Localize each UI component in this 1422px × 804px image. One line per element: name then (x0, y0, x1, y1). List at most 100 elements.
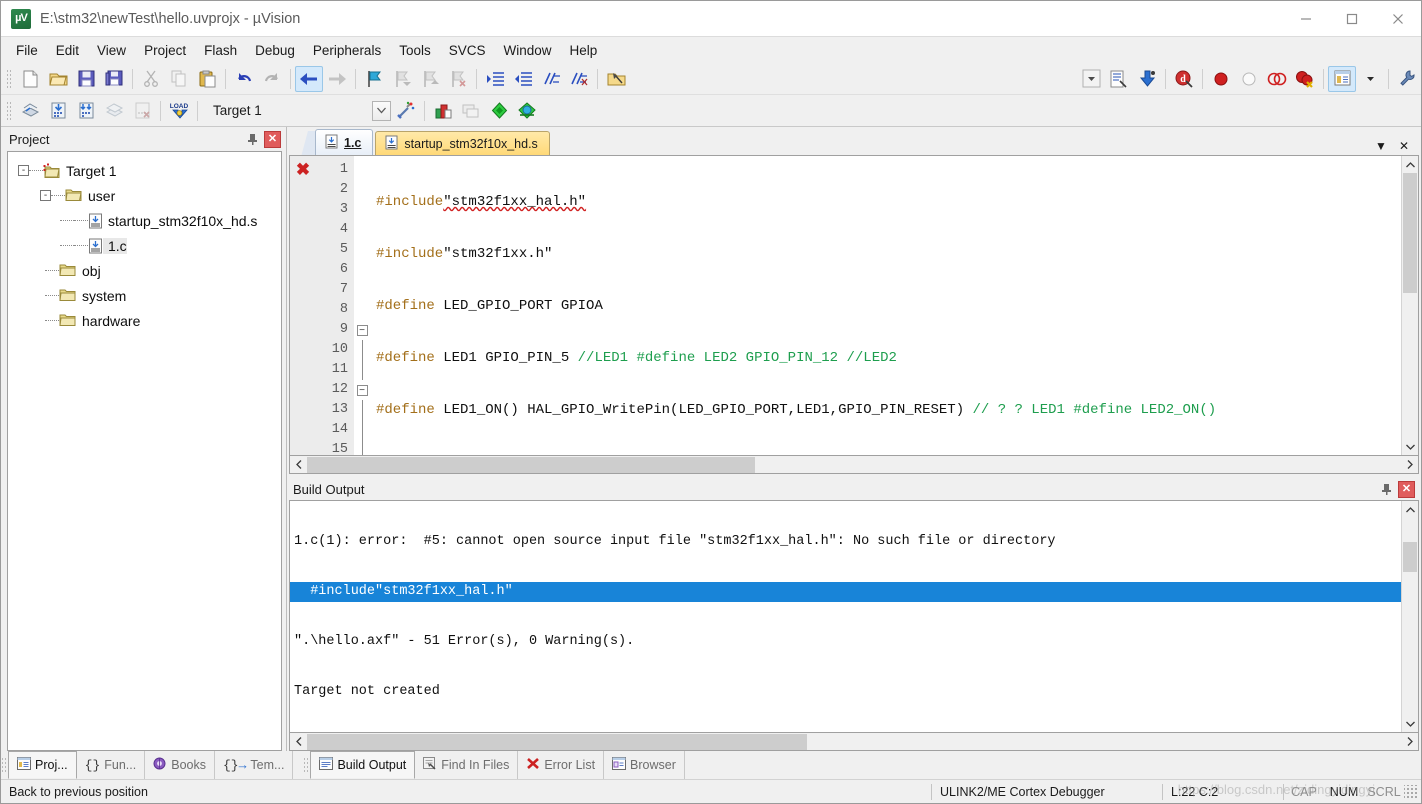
target-options-icon[interactable] (429, 98, 457, 124)
manage-project-items-icon[interactable] (457, 98, 485, 124)
scrollbar-thumb[interactable] (307, 733, 807, 750)
scrollbar-track[interactable] (1402, 173, 1418, 438)
breakpoint-disable-icon[interactable] (1235, 66, 1263, 92)
bookmark-prev-icon[interactable] (388, 66, 416, 92)
scrollbar-thumb[interactable] (1403, 542, 1417, 572)
tab-templates[interactable]: {}→ Tem... (215, 751, 294, 779)
bookmark-next-icon[interactable] (416, 66, 444, 92)
dropdown-arrow-icon[interactable] (1077, 66, 1105, 92)
paste-icon[interactable] (193, 66, 221, 92)
comment-icon[interactable] (537, 66, 565, 92)
load-icon[interactable]: LOAD (165, 98, 193, 124)
save-icon[interactable] (72, 66, 100, 92)
navigate-back-icon[interactable] (295, 65, 323, 92)
outdent-icon[interactable] (509, 66, 537, 92)
code-editor[interactable]: ✖ 1 2 3 4 5 6 7 8 9 10 11 12 13 14 15 − … (289, 155, 1419, 456)
scroll-down-icon[interactable] (1402, 438, 1418, 455)
translate-icon[interactable] (16, 98, 44, 124)
tab-functions[interactable]: {} Fun... (77, 751, 146, 779)
build-output-horizontal-scrollbar[interactable] (289, 733, 1419, 751)
editor-horizontal-scrollbar[interactable] (289, 456, 1419, 474)
tabgroup-grip[interactable] (1, 757, 8, 773)
menu-tools[interactable]: Tools (390, 40, 440, 61)
editor-vertical-scrollbar[interactable] (1401, 156, 1418, 455)
build-log-line-selected[interactable]: #include"stm32f1xx_hal.h" (290, 582, 1401, 602)
resize-grip-icon[interactable] (1404, 784, 1418, 799)
scrollbar-track[interactable] (307, 733, 1401, 750)
build-output-body[interactable]: 1.c(1): error: #5: cannot open source in… (289, 500, 1419, 733)
editor-code-text[interactable]: #include"stm32f1xx_hal.h" #include"stm32… (370, 156, 1401, 455)
tree-item-startup-file[interactable]: startup_stm32f10x_hd.s (8, 208, 281, 233)
pack-installer-icon[interactable] (513, 98, 541, 124)
tree-expander-icon[interactable]: - (40, 190, 51, 201)
indent-icon[interactable] (481, 66, 509, 92)
scrollbar-track[interactable] (1402, 518, 1418, 715)
fold-toggle-icon[interactable]: − (356, 384, 368, 396)
menu-file[interactable]: File (7, 40, 47, 61)
editor-tab-1c[interactable]: 1.c (315, 129, 374, 155)
project-tree[interactable]: - Target 1 - user startup_stm32f10x_hd.s… (7, 151, 282, 751)
chevron-down-icon[interactable] (372, 100, 391, 121)
bookmark-toggle-icon[interactable] (360, 66, 388, 92)
scrollbar-thumb[interactable] (307, 456, 755, 473)
configure-target-icon[interactable] (1105, 66, 1133, 92)
undo-icon[interactable] (230, 66, 258, 92)
minimize-icon[interactable] (1283, 1, 1329, 36)
tree-expander-icon[interactable]: - (18, 165, 29, 176)
close-icon[interactable]: ✕ (264, 130, 281, 148)
fold-toggle-icon[interactable]: − (356, 324, 368, 336)
menu-help[interactable]: Help (561, 40, 607, 61)
breakpoint-insert-icon[interactable] (1207, 66, 1235, 92)
editor-marker-gutter[interactable]: ✖ (290, 156, 316, 455)
new-file-icon[interactable] (16, 66, 44, 92)
manage-windows-icon[interactable] (1328, 65, 1356, 92)
rebuild-icon[interactable] (72, 98, 100, 124)
copy-icon[interactable] (165, 66, 193, 92)
scroll-left-icon[interactable] (290, 734, 307, 750)
configure-wrench-icon[interactable] (1393, 66, 1421, 92)
tab-build-output[interactable]: Build Output (310, 751, 416, 779)
menu-edit[interactable]: Edit (47, 40, 88, 61)
maximize-icon[interactable] (1329, 1, 1375, 36)
tabgroup-grip[interactable] (303, 757, 311, 773)
menu-window[interactable]: Window (494, 40, 560, 61)
scroll-left-icon[interactable] (290, 457, 307, 473)
open-folder-find-icon[interactable] (602, 66, 630, 92)
breakpoint-kill-all-icon[interactable] (1291, 66, 1319, 92)
target-options-wand-icon[interactable] (392, 98, 420, 124)
tree-item-obj[interactable]: obj (8, 258, 281, 283)
tree-item-user[interactable]: - user (8, 183, 281, 208)
editor-fold-gutter[interactable]: − − (354, 156, 370, 455)
dropdown-arrow-icon[interactable] (1356, 66, 1384, 92)
tree-item-system[interactable]: system (8, 283, 281, 308)
menu-flash[interactable]: Flash (195, 40, 246, 61)
close-document-icon[interactable]: ✕ (1399, 140, 1409, 152)
tree-item-1c[interactable]: 1.c (8, 233, 281, 258)
scroll-up-icon[interactable] (1402, 501, 1418, 518)
scroll-down-icon[interactable] (1402, 715, 1418, 732)
close-icon[interactable] (1375, 1, 1421, 36)
menu-project[interactable]: Project (135, 40, 195, 61)
menu-view[interactable]: View (88, 40, 135, 61)
multi-project-icon[interactable] (485, 98, 513, 124)
toolbar-grip[interactable] (6, 100, 13, 121)
toolbar-grip[interactable] (6, 68, 13, 89)
tab-browser[interactable]: Browser (604, 751, 685, 779)
tab-list-dropdown-icon[interactable]: ▼ (1375, 140, 1387, 152)
tab-books[interactable]: Books (145, 751, 215, 779)
tree-item-hardware[interactable]: hardware (8, 308, 281, 333)
scrollbar-track[interactable] (307, 456, 1401, 473)
cut-icon[interactable] (137, 66, 165, 92)
open-file-icon[interactable] (44, 66, 72, 92)
download-icon[interactable] (1133, 66, 1161, 92)
scrollbar-thumb[interactable] (1403, 173, 1417, 293)
scroll-right-icon[interactable] (1401, 457, 1418, 473)
tab-project[interactable]: Proj... (8, 751, 77, 779)
build-output-log[interactable]: 1.c(1): error: #5: cannot open source in… (290, 501, 1401, 732)
redo-icon[interactable] (258, 66, 286, 92)
breakpoint-disable-all-icon[interactable] (1263, 66, 1291, 92)
menu-peripherals[interactable]: Peripherals (304, 40, 390, 61)
menu-svcs[interactable]: SVCS (440, 40, 495, 61)
menu-debug[interactable]: Debug (246, 40, 304, 61)
batch-build-icon[interactable] (100, 98, 128, 124)
